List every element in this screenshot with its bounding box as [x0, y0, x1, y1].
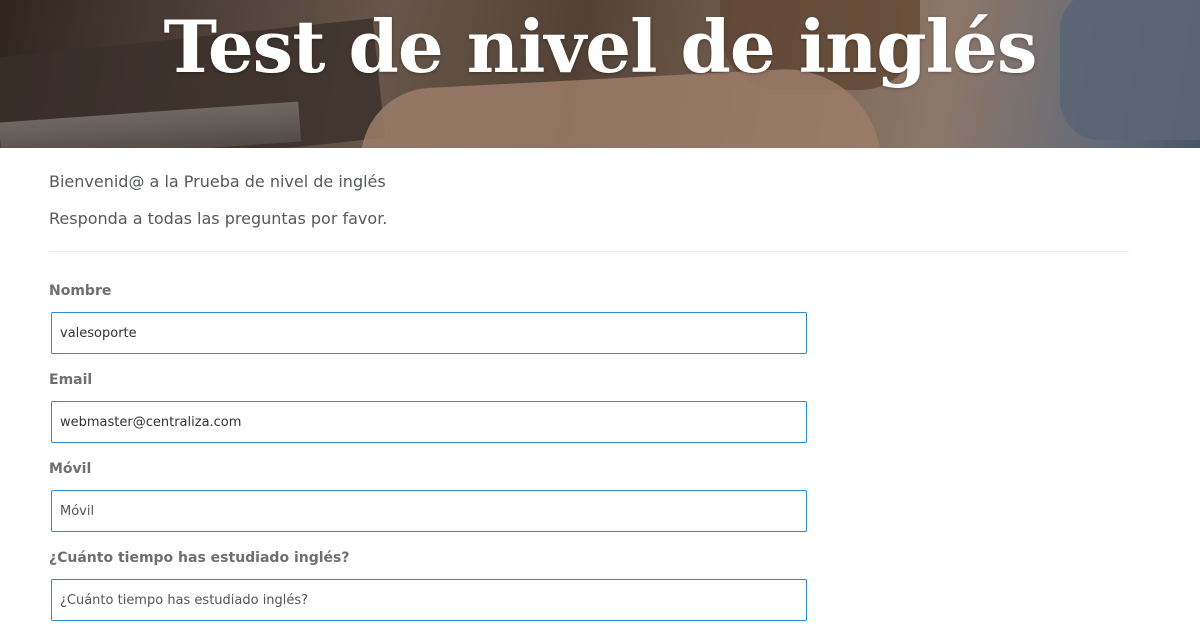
- field-email: Email: [49, 371, 807, 443]
- nombre-input[interactable]: [51, 312, 807, 354]
- nombre-label: Nombre: [49, 283, 112, 299]
- movil-input[interactable]: [51, 490, 807, 532]
- page-title: Test de nivel de inglés: [163, 4, 1038, 89]
- field-movil: Móvil: [49, 460, 807, 532]
- email-input[interactable]: [51, 401, 807, 443]
- tiempo-estudio-label: ¿Cuánto tiempo has estudiado inglés?: [49, 550, 350, 566]
- test-form-section: Bienvenid@ a la Prueba de nivel de inglé…: [49, 172, 1129, 252]
- hero-banner: Test de nivel de inglés: [0, 0, 1200, 148]
- email-label: Email: [49, 372, 93, 388]
- field-tiempo-estudio: ¿Cuánto tiempo has estudiado inglés?: [49, 549, 807, 621]
- instruction-text: Responda a todas las preguntas por favor…: [49, 209, 388, 228]
- movil-label: Móvil: [49, 461, 92, 477]
- tiempo-estudio-input[interactable]: [51, 579, 807, 621]
- field-nombre: Nombre: [49, 282, 807, 354]
- welcome-text: Bienvenid@ a la Prueba de nivel de inglé…: [49, 172, 386, 191]
- divider: [49, 251, 1129, 252]
